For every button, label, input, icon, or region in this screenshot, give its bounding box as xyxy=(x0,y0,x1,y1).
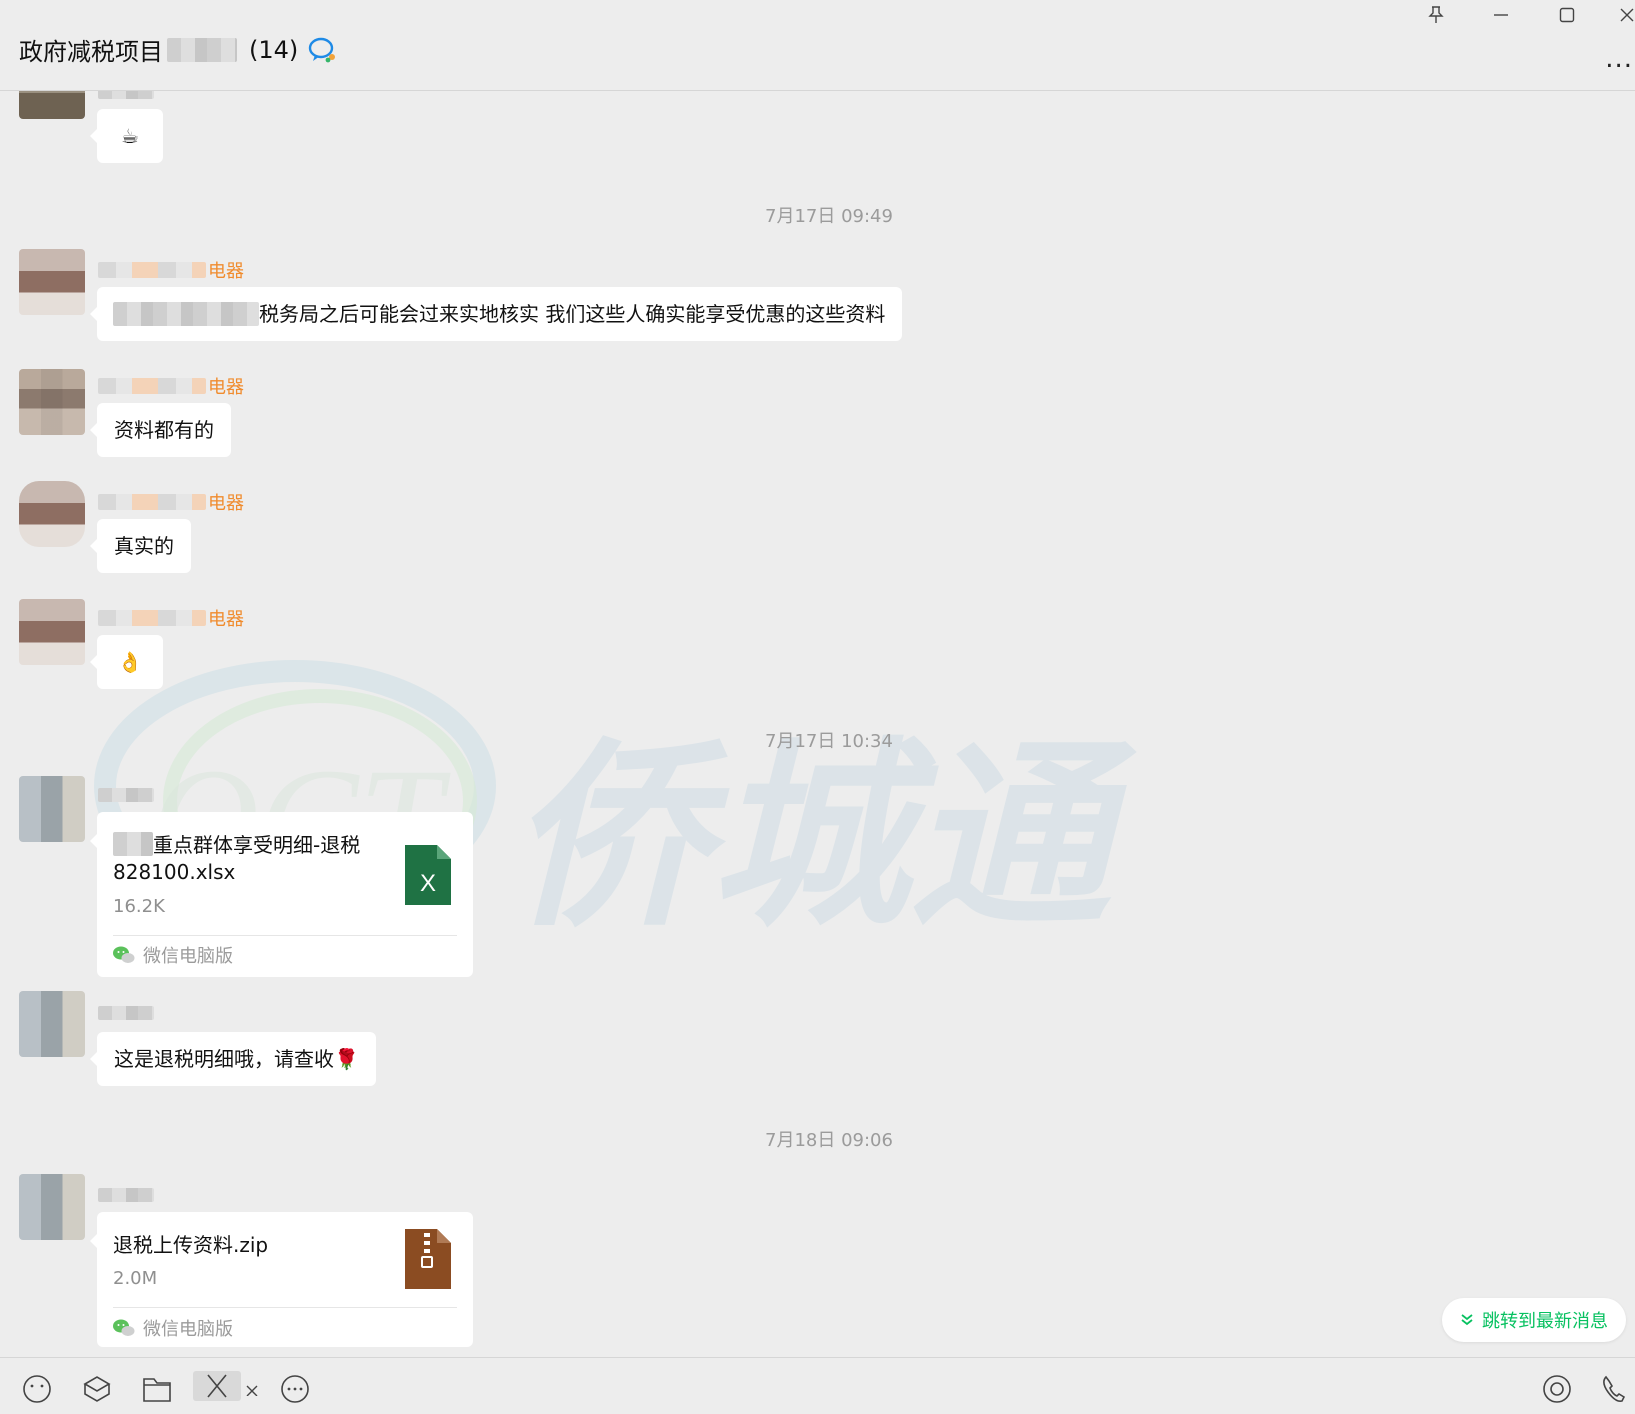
source-label: 微信电脑版 xyxy=(143,1319,233,1340)
message-text: 资料都有的 xyxy=(114,418,214,442)
file-size: 16.2K xyxy=(113,896,165,917)
member-count: (14) xyxy=(249,35,299,64)
file-source: 微信电脑版 xyxy=(113,1315,233,1341)
redacted-text xyxy=(113,302,259,326)
file-name: 重点群体享受明细-退税828100.xlsx xyxy=(113,833,361,884)
source-label: 微信电脑版 xyxy=(143,946,233,967)
emoji-bubble[interactable]: ☕ xyxy=(90,109,163,163)
coffee-emoji: ☕ xyxy=(121,124,139,148)
chat-title[interactable]: 政府减税项目 (14) xyxy=(19,32,338,67)
folder-icon[interactable] xyxy=(140,1374,174,1404)
timestamp: 7月18日 09:06 xyxy=(765,1130,893,1151)
redacted-sender xyxy=(98,91,154,99)
file-size: 2.0M xyxy=(113,1268,158,1289)
sender-name: 电器 xyxy=(98,489,244,515)
call-icon[interactable] xyxy=(1598,1374,1632,1404)
ok-hand-emoji: 👌 xyxy=(117,650,143,674)
text-bubble[interactable]: 真实的 xyxy=(90,519,191,573)
message-list[interactable]: QCT 侨城通 ☕ 7月17日 09:49 电器 税务局之后可能会过来实地核实 … xyxy=(0,91,1635,1356)
wechat-icon xyxy=(113,946,135,963)
file-source: 微信电脑版 xyxy=(113,942,233,968)
svg-text:侨城通: 侨城通 xyxy=(510,721,1137,954)
pin-icon[interactable] xyxy=(1419,2,1453,28)
message-text: 这是退税明细哦，请查收🌹 xyxy=(114,1047,359,1071)
timestamp: 7月17日 09:49 xyxy=(765,206,893,227)
divider xyxy=(113,935,457,936)
chat-title-text: 政府减税项目 xyxy=(19,38,163,66)
screenshot-dropdown-icon[interactable] xyxy=(242,1384,262,1414)
avatar[interactable] xyxy=(19,776,85,842)
jump-label: 跳转到最新消息 xyxy=(1482,1311,1608,1332)
redacted-title-part xyxy=(167,37,237,62)
redacted-sender xyxy=(98,378,206,394)
zip-file-icon xyxy=(405,1229,451,1289)
sender-name: 电器 xyxy=(98,257,244,283)
redacted-sender xyxy=(98,788,154,802)
minimize-icon[interactable] xyxy=(1484,2,1518,28)
redacted-sender xyxy=(98,1188,154,1202)
wechat-icon xyxy=(113,1319,135,1336)
favorites-icon[interactable] xyxy=(80,1374,114,1404)
screenshot-icon[interactable] xyxy=(193,1371,241,1401)
more-options-button[interactable]: ... xyxy=(1605,44,1633,74)
group-chat-icon[interactable] xyxy=(308,37,338,63)
divider xyxy=(113,1307,457,1308)
chat-history-icon[interactable] xyxy=(278,1374,312,1404)
excel-file-icon: X xyxy=(405,845,451,905)
avatar[interactable] xyxy=(19,91,85,119)
avatar[interactable] xyxy=(19,249,85,315)
redacted-sender xyxy=(98,610,206,626)
avatar[interactable] xyxy=(19,599,85,665)
file-message-zip[interactable]: 退税上传资料.zip 2.0M 微信电脑版 xyxy=(90,1212,473,1347)
title-bar: 政府减税项目 (14) ... xyxy=(0,0,1635,91)
live-icon[interactable] xyxy=(1540,1374,1574,1404)
jump-to-latest-button[interactable]: 跳转到最新消息 xyxy=(1442,1298,1626,1342)
double-chevron-down-icon xyxy=(1461,1314,1473,1326)
timestamp: 7月17日 10:34 xyxy=(765,731,893,752)
text-bubble[interactable]: 税务局之后可能会过来实地核实 我们这些人确实能享受优惠的这些资料 xyxy=(89,287,903,341)
redacted-sender xyxy=(98,1006,154,1020)
input-toolbar xyxy=(0,1357,1635,1403)
emoji-bubble[interactable]: 👌 xyxy=(90,635,163,689)
avatar[interactable] xyxy=(19,1174,85,1240)
file-message-xlsx[interactable]: 重点群体享受明细-退税828100.xlsx 16.2K X 微信电脑版 xyxy=(90,812,473,977)
redacted-sender xyxy=(98,494,206,510)
file-name: 退税上传资料.zip xyxy=(113,1233,269,1257)
avatar[interactable] xyxy=(19,991,85,1057)
text-bubble[interactable]: 资料都有的 xyxy=(90,403,231,457)
svg-text:X: X xyxy=(420,870,436,897)
text-bubble[interactable]: 这是退税明细哦，请查收🌹 xyxy=(90,1032,376,1086)
message-text: 真实的 xyxy=(114,534,174,558)
redacted-sender xyxy=(98,262,206,278)
more-icon: ... xyxy=(1605,44,1633,74)
avatar[interactable] xyxy=(19,369,85,435)
close-icon[interactable] xyxy=(1610,2,1635,28)
sender-name: 电器 xyxy=(98,373,244,399)
avatar[interactable] xyxy=(19,481,85,547)
emoji-icon[interactable] xyxy=(20,1374,54,1404)
sender-name: 电器 xyxy=(98,605,244,631)
message-text: 税务局之后可能会过来实地核实 我们这些人确实能享受优惠的这些资料 xyxy=(259,302,886,326)
maximize-icon[interactable] xyxy=(1550,2,1584,28)
